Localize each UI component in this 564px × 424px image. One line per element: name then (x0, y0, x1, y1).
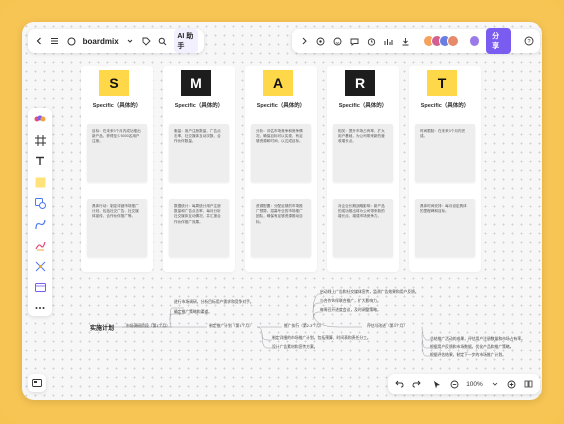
mindmap-leaf[interactable]: 根据用户反馈和市场数据，优化产品和推广策略。 (430, 345, 514, 350)
more-icon[interactable] (33, 301, 47, 315)
smart-column-m[interactable]: M Specific（具体的） 衡量：用户注册数量、广告点击率、社交媒体互动次数… (163, 66, 235, 272)
zoom-level[interactable]: 100% (466, 381, 483, 388)
top-left-toolbar: boardmix AI 助手 (28, 29, 204, 53)
letter: M (190, 75, 202, 91)
letter-block: A (263, 70, 293, 96)
logo-icon[interactable] (33, 112, 47, 126)
tool-sidebar (28, 108, 52, 316)
bottom-right-toolbar: 100% (388, 374, 540, 394)
redo-icon[interactable] (411, 378, 421, 390)
column-title: Specific（具体的） (420, 103, 470, 109)
presentation-icon[interactable] (383, 35, 394, 47)
menu-icon[interactable] (50, 35, 59, 47)
sticky-note[interactable]: 资源配置：分配足够的市场推广预算，招募专业的市场推广团队，确保有足够资源推动目标… (251, 199, 311, 257)
comment-icon[interactable] (349, 35, 360, 47)
avatar[interactable] (447, 35, 459, 47)
whiteboard-canvas[interactable]: boardmix AI 助手 分享 ? S Specific（具体的） 目标：在… (22, 22, 542, 400)
connector-icon[interactable] (33, 217, 47, 231)
search-icon[interactable] (158, 35, 167, 47)
mindmap-icon[interactable] (33, 259, 47, 273)
smart-column-r[interactable]: R Specific（具体的） 相关：提升市场占有率，扩大用户基础，为公司带来新… (327, 66, 399, 272)
sticky-note[interactable]: 分析：评估市场竞争和竞争情况，确保目标可以实现，有足够资源和时间，以达成目标。 (251, 124, 311, 182)
collaborator-avatars[interactable] (423, 35, 459, 47)
mindmap-leaf[interactable]: 设计广告素材和宣传方案。 (272, 345, 318, 350)
sticky-note[interactable]: 相关：提升市场占有率，扩大用户基础，为公司带来新的营收增长点。 (333, 124, 393, 182)
mindmap-branch[interactable]: 市场调研阶段（第1个月） (126, 324, 170, 329)
share-label: 分享 (492, 33, 500, 50)
reaction-icon[interactable] (332, 35, 343, 47)
top-right-toolbar: 分享 ? (292, 28, 540, 54)
minimap-icon (32, 379, 42, 387)
minimap-toggle[interactable] (28, 374, 46, 392)
sticky-note[interactable]: 衡量：用户注册数量、广告点击率、社交媒体互动次数、合作伙伴数量。 (169, 124, 229, 182)
chevron-down-icon[interactable] (490, 378, 500, 390)
sticky-note[interactable]: 对企业长期战略影响：新产品的成功推出将为公司带来新的增长点，增强市场竞争力。 (333, 199, 393, 257)
letter: T (437, 75, 447, 91)
column-title: Specific（具体的） (256, 103, 306, 109)
chevron-left-icon[interactable] (34, 35, 43, 47)
current-user-avatar[interactable] (469, 35, 481, 47)
expand-icon[interactable] (298, 35, 309, 47)
download-icon[interactable] (400, 35, 411, 47)
boardmix-logo-icon (66, 35, 76, 47)
template-icon[interactable] (33, 280, 47, 294)
letter-block: T (427, 70, 457, 96)
app-brand[interactable]: boardmix (83, 37, 119, 46)
mindmap-leaf[interactable]: 与合作伙伴联合推广，扩大影响力。 (320, 299, 381, 304)
mindmap-branch[interactable]: 制定推广计划（第1个月） (209, 324, 253, 329)
sticky-note-icon[interactable] (33, 175, 47, 189)
letter-block: M (181, 70, 211, 96)
letter-block: R (345, 70, 375, 96)
letter-block: S (99, 70, 129, 96)
letter: A (272, 75, 284, 91)
sticky-note[interactable]: 目标：在未来3个月内成功推出新产品，获得至少5000名用户注册。 (87, 124, 147, 182)
column-title: Specific（具体的） (174, 103, 224, 109)
mindmap-branch[interactable]: 推广执行（第2-3个月） (284, 324, 324, 329)
mindmap-leaf[interactable]: 根据评估结果，制定下一步的市场推广计划。 (430, 353, 506, 358)
smart-column-t[interactable]: T Specific（具体的） 时间限制：在未来3个月内完成。 具体时间安排：每… (409, 66, 481, 272)
shape-icon[interactable] (33, 196, 47, 210)
frame-icon[interactable] (33, 133, 47, 147)
mindmap-leaf[interactable]: 每周召开进度会议，及时调整策略。 (320, 308, 381, 313)
timer-icon[interactable] (366, 35, 377, 47)
column-title: Specific（具体的） (338, 103, 388, 109)
ai-assistant-button[interactable]: AI 助手 (174, 29, 198, 53)
book-icon[interactable] (524, 378, 534, 390)
mindmap-leaf[interactable]: 启动线上广告和社交媒体宣传，监测广告效果和用户反馈。 (320, 290, 419, 295)
zoom-in-icon[interactable] (507, 378, 517, 390)
text-icon[interactable] (33, 154, 47, 168)
sticky-note[interactable]: 时间限制：在未来3个月内完成。 (415, 124, 475, 182)
tag-icon[interactable] (142, 35, 151, 47)
sticky-note[interactable]: 具体时间安排：每月设定具体的里程碑和目标。 (415, 199, 475, 257)
svg-text:?: ? (527, 39, 530, 45)
mindmap-leaf[interactable]: 确定推广策略和渠道。 (174, 310, 212, 315)
chevron-down-icon[interactable] (126, 35, 135, 47)
letter: S (109, 75, 119, 91)
sticky-note[interactable]: 数据统计：每周统计用户注册数量和广告点击率，每月分析社交媒体互动情况，并汇报合作… (169, 199, 229, 257)
sticky-note[interactable]: 具体行动：制定详细市场推广计划，包括社交广告、社交媒体宣传、合作伙伴推广等。 (87, 199, 147, 257)
plugin-icon[interactable] (315, 35, 326, 47)
pen-icon[interactable] (33, 238, 47, 252)
mindmap-leaf[interactable]: 进行市场调研，分析目标用户需求和竞争对手。 (174, 300, 254, 305)
letter: R (354, 75, 366, 91)
column-title: Specific（具体的） (92, 103, 142, 109)
mindmap-leaf[interactable]: 制定详细的市场推广计划，包括预算、时间表和责任分工。 (272, 336, 371, 341)
help-icon[interactable]: ? (523, 35, 534, 47)
smart-column-s[interactable]: S Specific（具体的） 目标：在未来3个月内成功推出新产品，获得至少50… (81, 66, 153, 272)
mindmap-root[interactable]: 实施计划 (90, 323, 114, 332)
smart-column-a[interactable]: A Specific（具体的） 分析：评估市场竞争和竞争情况，确保目标可以实现，… (245, 66, 317, 272)
undo-icon[interactable] (394, 378, 404, 390)
zoom-out-icon[interactable] (449, 378, 459, 390)
cursor-icon[interactable] (432, 378, 442, 390)
mindmap-branch[interactable]: 评估与改进（第3个月） (367, 324, 407, 329)
share-button[interactable]: 分享 (486, 28, 511, 54)
mindmap-leaf[interactable]: 总结推广活动的成果，评估用户注册数量和市场占有率。 (430, 337, 525, 342)
